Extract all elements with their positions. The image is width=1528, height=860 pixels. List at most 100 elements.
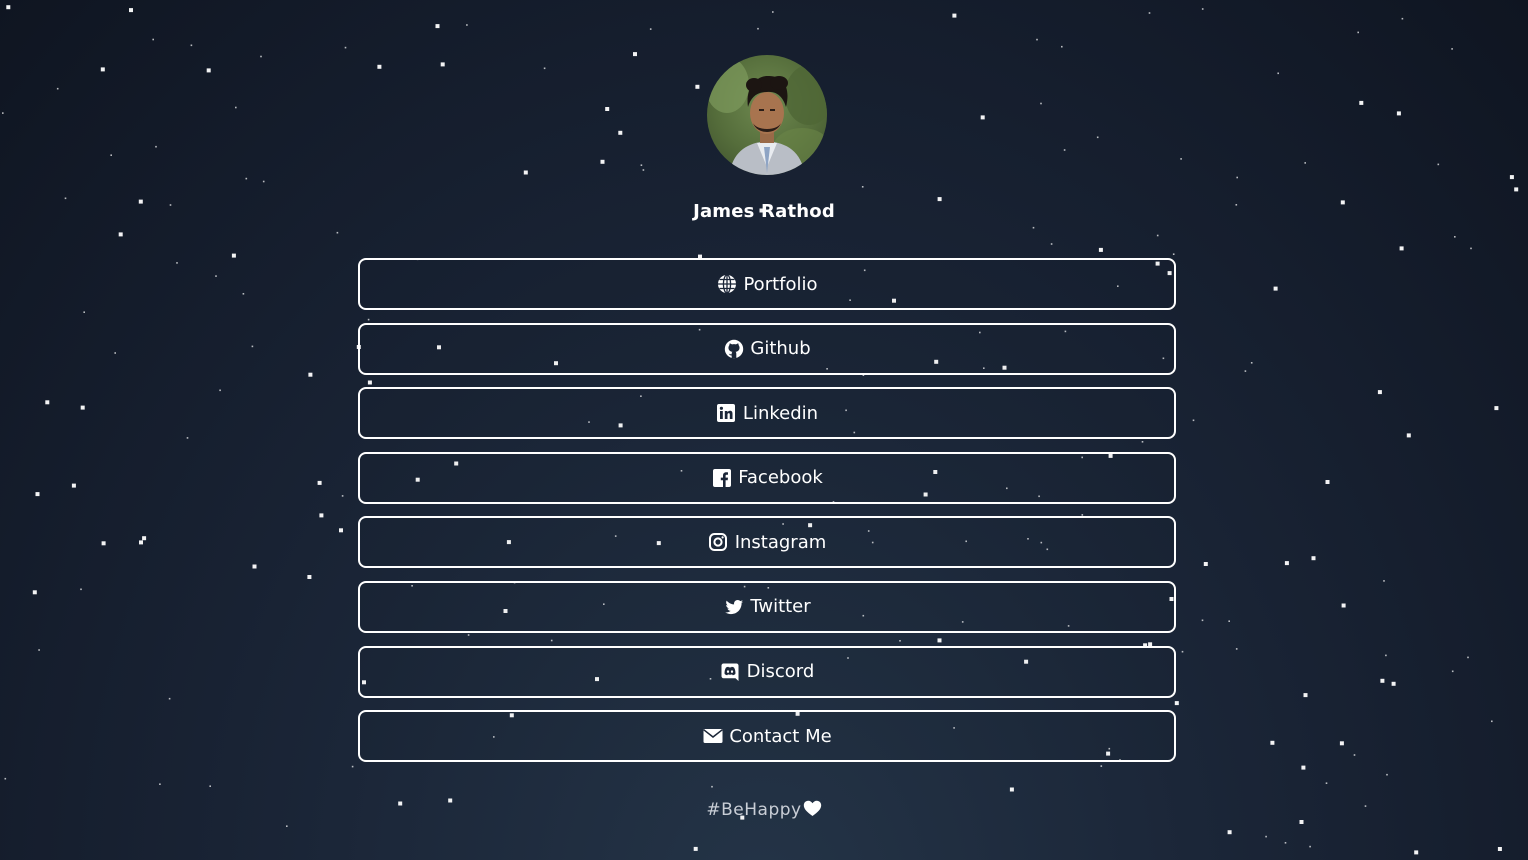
star <box>861 186 864 188</box>
star <box>114 352 116 354</box>
star <box>80 405 85 410</box>
star <box>1036 38 1038 41</box>
twitter-button[interactable]: Twitter <box>358 580 1176 633</box>
twitter-icon <box>723 596 744 617</box>
star <box>242 293 245 295</box>
star <box>1156 234 1159 237</box>
star <box>1061 45 1063 48</box>
star <box>260 55 262 58</box>
star <box>1284 561 1289 566</box>
avatar <box>707 55 827 175</box>
star <box>1454 236 1456 238</box>
star <box>980 115 985 120</box>
star <box>1406 433 1411 438</box>
star <box>215 275 217 277</box>
discord-button[interactable]: Discord <box>358 645 1176 698</box>
star <box>1377 390 1382 395</box>
linkedin-label: Linkedin <box>742 402 819 424</box>
star <box>1325 480 1330 484</box>
github-label: Github <box>750 338 811 360</box>
star <box>1491 720 1493 723</box>
star <box>319 513 324 518</box>
linkedin-button[interactable]: Linkedin <box>358 387 1176 440</box>
star <box>1098 247 1103 252</box>
star <box>190 44 193 47</box>
github-button[interactable]: Github <box>358 322 1176 375</box>
star <box>1265 835 1267 838</box>
star <box>1396 111 1401 116</box>
star <box>1514 187 1519 192</box>
facebook-button[interactable]: Facebook <box>358 451 1176 504</box>
star <box>252 564 257 569</box>
star <box>1273 286 1278 291</box>
star <box>1391 681 1396 686</box>
star <box>1235 648 1238 650</box>
star <box>1414 850 1419 855</box>
star <box>307 575 312 579</box>
star <box>142 536 147 541</box>
star <box>1380 678 1385 683</box>
star <box>245 177 248 180</box>
star <box>711 785 713 788</box>
star <box>317 480 322 485</box>
star <box>1353 754 1356 756</box>
star <box>1032 226 1035 229</box>
star <box>286 825 288 827</box>
star <box>1203 562 1208 566</box>
star <box>1383 580 1385 582</box>
star <box>1040 102 1042 105</box>
link-list: Portfolio Github Linkedin Facebook Insta… <box>358 258 1176 775</box>
star <box>336 231 339 234</box>
star <box>344 46 347 49</box>
envelope-icon <box>702 726 723 747</box>
star <box>1437 163 1440 166</box>
star <box>1172 253 1175 255</box>
star <box>56 87 59 90</box>
star <box>649 28 652 30</box>
star <box>642 169 645 171</box>
star <box>693 846 698 851</box>
discord-label: Discord <box>746 661 815 683</box>
star <box>235 106 237 109</box>
star <box>772 11 774 13</box>
star <box>523 170 528 175</box>
profile-name: James Rathod <box>693 201 835 222</box>
instagram-icon <box>708 532 729 553</box>
star <box>1311 556 1316 561</box>
star <box>83 311 85 313</box>
github-icon <box>723 338 744 359</box>
star <box>206 68 211 73</box>
star <box>118 232 123 237</box>
star <box>32 590 37 595</box>
star <box>80 588 82 591</box>
instagram-button[interactable]: Instagram <box>358 516 1176 569</box>
star <box>633 52 637 57</box>
linkedin-icon <box>716 403 737 424</box>
star <box>1148 12 1151 14</box>
star <box>159 783 161 785</box>
contact-me-label: Contact Me <box>729 725 832 747</box>
star <box>1401 17 1404 20</box>
star <box>1509 175 1514 180</box>
star <box>209 785 211 787</box>
star <box>1096 136 1099 139</box>
facebook-label: Facebook <box>738 467 823 489</box>
star <box>1181 650 1184 653</box>
star <box>101 541 106 546</box>
star <box>339 528 343 533</box>
star <box>1270 740 1275 745</box>
star <box>543 67 546 70</box>
portfolio-button[interactable]: Portfolio <box>358 258 1176 310</box>
instagram-label: Instagram <box>734 531 827 553</box>
star <box>155 145 157 148</box>
star <box>1063 149 1066 151</box>
profile-photo <box>707 57 827 175</box>
heart-icon <box>803 800 822 822</box>
star <box>1385 654 1387 657</box>
star <box>1467 656 1469 659</box>
contact-me-button[interactable]: Contact Me <box>358 710 1176 763</box>
star <box>757 27 759 30</box>
star <box>1309 845 1311 848</box>
star <box>64 197 67 200</box>
star <box>1228 620 1230 622</box>
